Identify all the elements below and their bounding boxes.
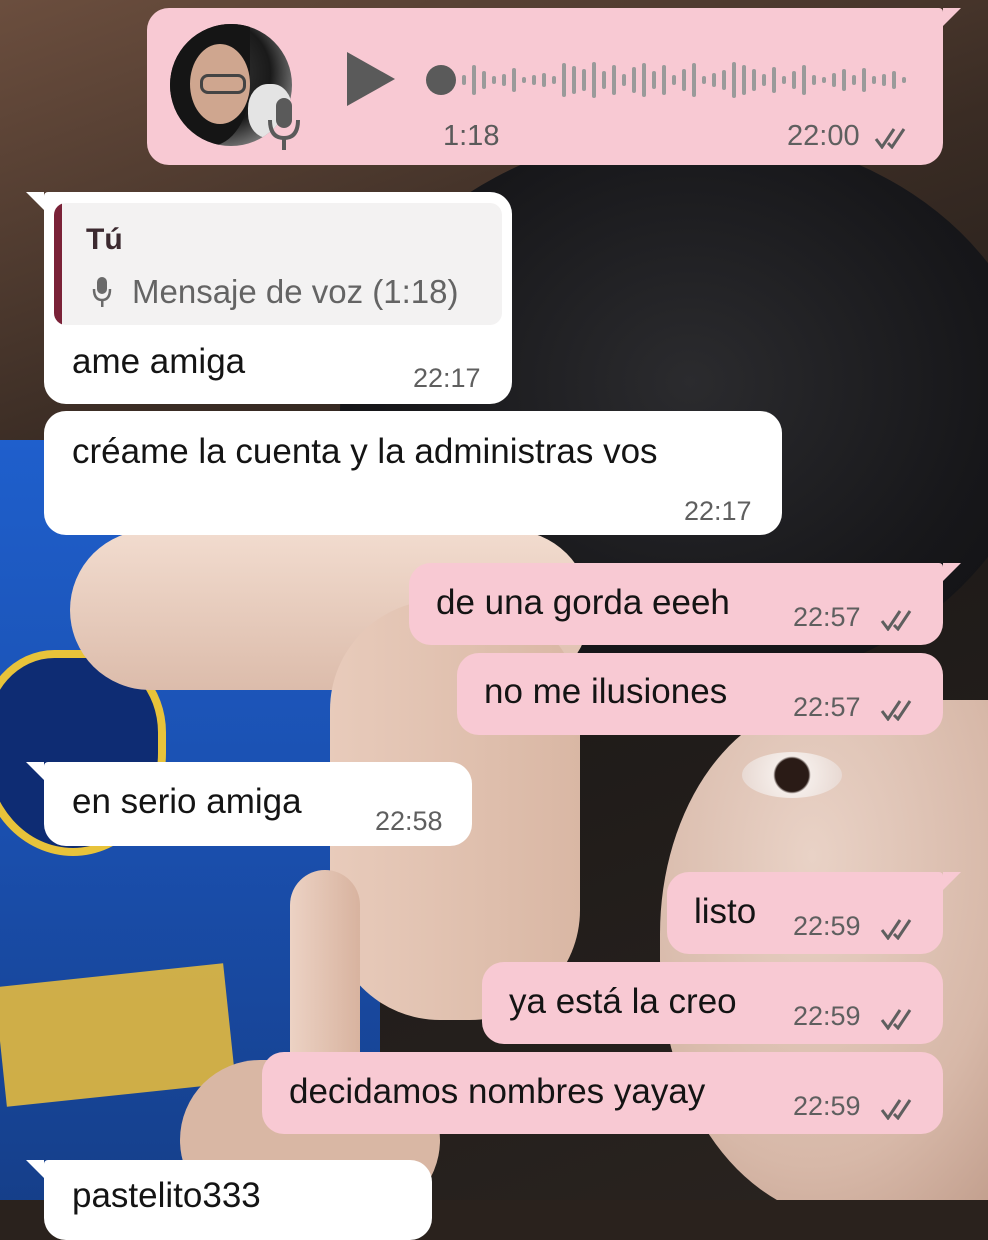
waveform-bar [822,77,826,83]
waveform-bar [812,75,816,85]
message-text: decidamos nombres yayay [289,1072,706,1111]
double-check-icon [880,919,912,940]
waveform-bar [882,74,886,86]
waveform-bar [702,76,706,84]
message-text: no me ilusiones [484,672,728,711]
message-time: 22:57 [793,602,861,632]
waveform-bar [792,71,796,89]
waveform-bar [682,69,686,91]
message-time: 22:59 [793,1091,861,1121]
playback-scrubber[interactable] [426,65,456,95]
waveform-bar [752,69,756,91]
waveform-bar [482,71,486,89]
waveform-bar [532,75,536,85]
waveform-bar [572,66,576,94]
waveform-bar [632,67,636,93]
waveform-bar [652,71,656,89]
waveform-bar [742,65,746,95]
waveform-bar [862,68,866,92]
waveform-bar [832,73,836,87]
waveform-bar [722,70,726,90]
voice-time: 22:00 [787,120,860,152]
message-bubble[interactable] [44,411,782,535]
waveform-bar [552,76,556,84]
double-check-icon [874,128,906,149]
waveform-bar [732,62,736,98]
waveform-bar [842,69,846,91]
quoted-message[interactable]: Tú Mensaje de voz (1:18) [54,203,502,325]
waveform-bar [762,74,766,86]
quote-author: Tú [86,223,123,256]
waveform-bar [472,65,476,95]
quote-bar [54,203,62,325]
message-time: 22:59 [793,911,861,941]
waveform-bar [782,76,786,84]
message-text: ya está la creo [509,982,737,1021]
message-time: 22:57 [793,692,861,722]
waveform-bar [512,68,516,92]
play-icon[interactable] [347,52,395,106]
message-time: 22:59 [793,1001,861,1031]
message-text: listo [694,892,757,931]
waveform-bar [852,75,856,85]
waveform-bar [692,63,696,97]
waveform-bar [642,63,646,97]
message-time: 22:17 [413,363,481,393]
message-time: 22:17 [684,496,752,526]
message-time: 22:58 [375,806,443,836]
waveform-bar [502,74,506,86]
waveform-bar [462,75,466,85]
message-text: de una gorda eeeh [436,583,730,622]
waveform-bar [802,65,806,95]
waveform-bar [622,74,626,86]
waveform-bar [612,65,616,95]
double-check-icon [880,1099,912,1120]
message-text: ame amiga [72,342,246,381]
mic-icon [92,277,112,307]
waveform-bar [602,71,606,89]
waveform-bar [672,75,676,85]
waveform-bar [902,77,906,83]
waveform-bar [542,73,546,87]
double-check-icon [880,1009,912,1030]
waveform-bar [892,71,896,89]
waveform-bar [492,76,496,84]
quote-text: Mensaje de voz (1:18) [132,273,459,310]
voice-waveform[interactable] [462,56,912,104]
waveform-bar [662,65,666,95]
mic-icon [268,98,300,150]
waveform-bar [522,77,526,83]
message-text: créame la cuenta y la administras vos [72,432,658,471]
double-check-icon [880,700,912,721]
waveform-bar [592,62,596,98]
waveform-bar [562,63,566,97]
waveform-bar [712,73,716,87]
message-text: pastelito333 [72,1176,261,1215]
waveform-bar [582,69,586,91]
waveform-bar [772,67,776,93]
voice-duration: 1:18 [443,120,500,152]
waveform-bar [872,76,876,84]
message-text: en serio amiga [72,782,302,821]
double-check-icon [880,610,912,631]
